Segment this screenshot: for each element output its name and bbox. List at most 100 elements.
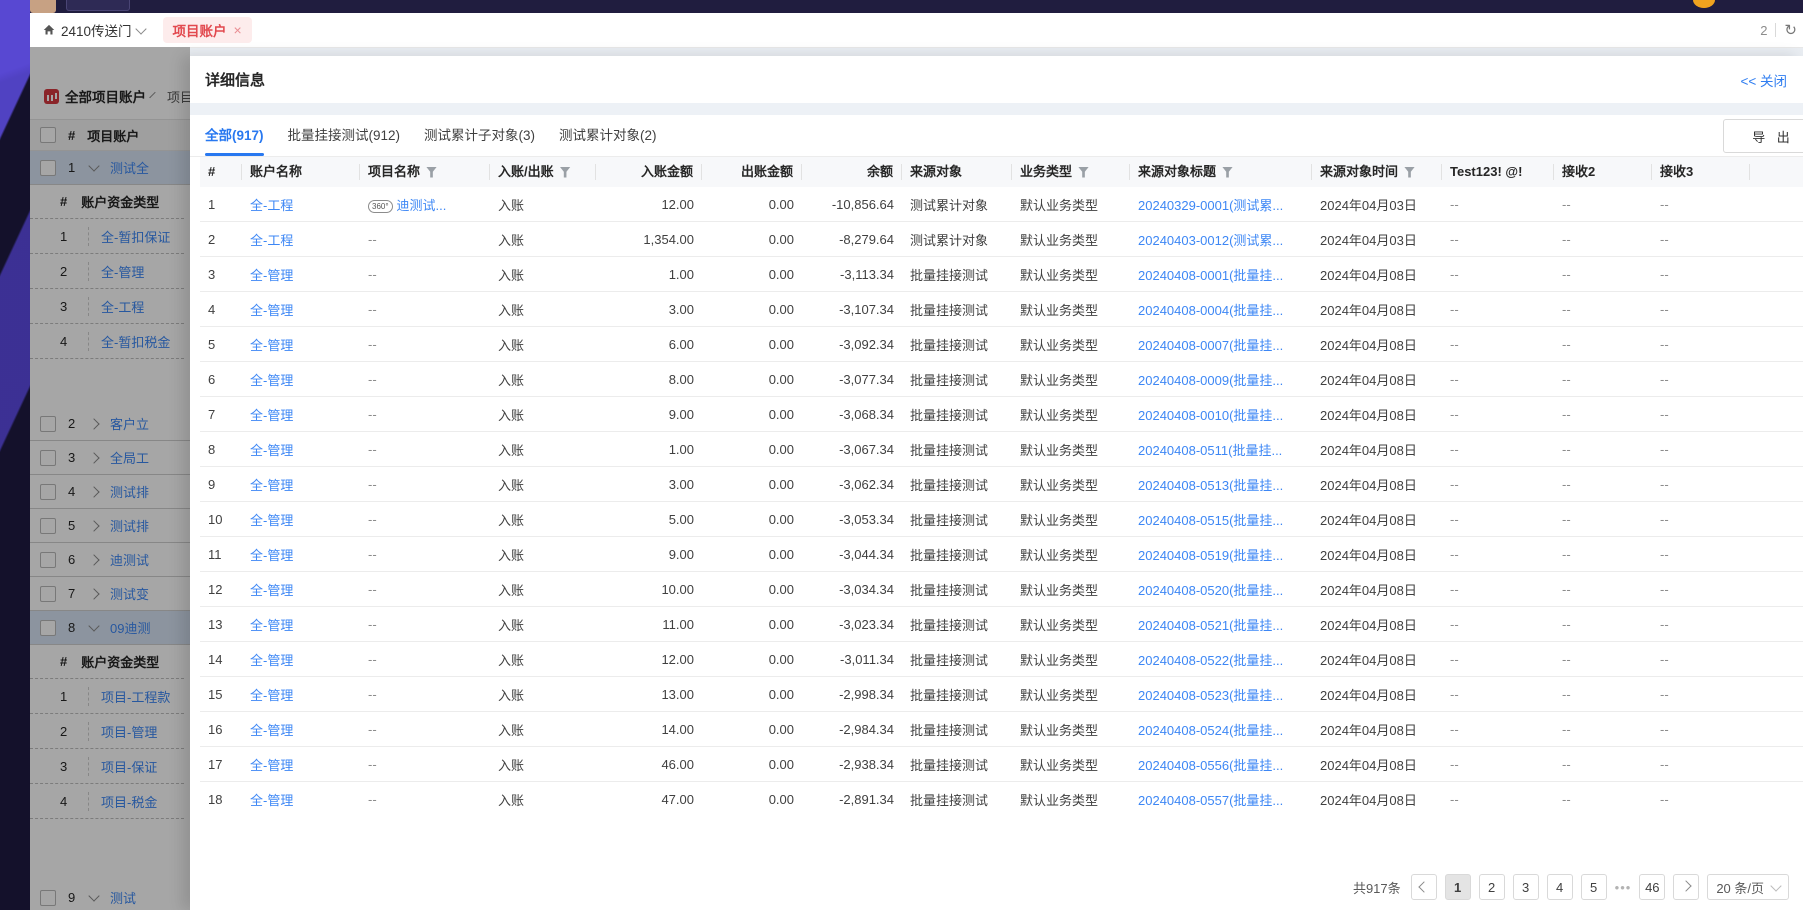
fund-type-link[interactable]: 项目-保证 xyxy=(88,757,157,776)
table-row[interactable]: 14全-管理--入账12.000.00-3,011.34批量挂接测试默认业务类型… xyxy=(200,642,1803,677)
next-page-button[interactable] xyxy=(1673,874,1699,900)
chevron-down-icon[interactable] xyxy=(88,620,99,631)
table-row[interactable]: 5全-管理--入账6.000.00-3,092.34批量挂接测试默认业务类型20… xyxy=(200,327,1803,362)
account-link[interactable]: 全-管理 xyxy=(250,408,293,423)
account-link[interactable]: 全-管理 xyxy=(250,513,293,528)
account-name-link[interactable]: 迪测试 xyxy=(110,550,149,569)
table-row[interactable]: 2全-工程--入账1,354.000.00-8,279.64测试累计对象默认业务… xyxy=(200,222,1803,257)
table-row[interactable]: 18全-管理--入账47.000.00-2,891.34批量挂接测试默认业务类型… xyxy=(200,782,1803,814)
source-title-link[interactable]: 20240408-0556(批量挂... xyxy=(1138,758,1283,773)
table-row[interactable]: 16全-管理--入账14.000.00-2,984.34批量挂接测试默认业务类型… xyxy=(200,712,1803,747)
sidebar-account-row[interactable]: 4测试排 xyxy=(30,475,190,509)
source-title-link[interactable]: 20240408-0010(批量挂... xyxy=(1138,408,1283,423)
sidebar-fund-type-row[interactable]: 2全-管理 xyxy=(30,254,184,289)
fund-type-link[interactable]: 项目-管理 xyxy=(88,722,157,741)
page-button-46[interactable]: 46 xyxy=(1639,874,1665,900)
chevron-down-icon[interactable] xyxy=(88,890,99,901)
prev-page-button[interactable] xyxy=(1411,874,1437,900)
row-checkbox[interactable] xyxy=(40,620,56,636)
source-title-link[interactable]: 20240329-0001(测试累... xyxy=(1138,198,1283,213)
account-link[interactable]: 全-管理 xyxy=(250,268,293,283)
source-title-link[interactable]: 20240408-0520(批量挂... xyxy=(1138,583,1283,598)
panel-tab-2[interactable]: 测试累计子对象(3) xyxy=(424,115,535,156)
chevron-down-icon[interactable] xyxy=(149,91,155,97)
source-title-link[interactable]: 20240408-0524(批量挂... xyxy=(1138,723,1283,738)
row-checkbox[interactable] xyxy=(40,416,56,432)
sidebar-title[interactable]: 全部项目账户 xyxy=(65,86,146,106)
row-checkbox[interactable] xyxy=(40,450,56,466)
account-name-link[interactable]: 全局工 xyxy=(110,448,149,467)
account-link[interactable]: 全-工程 xyxy=(250,233,293,248)
account-link[interactable]: 全-管理 xyxy=(250,478,293,493)
fund-type-link[interactable]: 项目-税金 xyxy=(88,792,157,811)
chevron-right-icon[interactable] xyxy=(88,588,99,599)
fund-type-link[interactable]: 全-管理 xyxy=(88,262,144,281)
tab-project-accounts[interactable]: 项目账户 × xyxy=(163,17,252,43)
page-button-2[interactable]: 2 xyxy=(1479,874,1505,900)
close-panel-link[interactable]: << 关闭 xyxy=(1740,70,1787,90)
account-name-link[interactable]: 测试全 xyxy=(110,158,149,177)
panel-tab-0[interactable]: 全部(917) xyxy=(205,115,264,156)
source-title-link[interactable]: 20240408-0519(批量挂... xyxy=(1138,548,1283,563)
account-link[interactable]: 全-管理 xyxy=(250,723,293,738)
fund-type-link[interactable]: 全-暂扣保证 xyxy=(88,227,170,246)
account-link[interactable]: 全-管理 xyxy=(250,338,293,353)
pagination-ellipsis-icon[interactable]: ••• xyxy=(1615,880,1632,895)
sidebar-account-row[interactable]: 6迪测试 xyxy=(30,543,190,577)
chevron-right-icon[interactable] xyxy=(88,452,99,463)
source-title-link[interactable]: 20240408-0001(批量挂... xyxy=(1138,268,1283,283)
account-link[interactable]: 全-管理 xyxy=(250,793,293,808)
row-checkbox[interactable] xyxy=(40,586,56,602)
page-button-4[interactable]: 4 xyxy=(1547,874,1573,900)
table-row[interactable]: 8全-管理--入账1.000.00-3,067.34批量挂接测试默认业务类型20… xyxy=(200,432,1803,467)
sidebar-fund-type-row[interactable]: 3项目-保证 xyxy=(30,749,184,784)
filter-icon[interactable] xyxy=(560,167,571,178)
refresh-icon[interactable]: ↻ xyxy=(1784,21,1797,39)
account-link[interactable]: 全-管理 xyxy=(250,618,293,633)
sidebar-account-row[interactable]: 3全局工 xyxy=(30,441,190,475)
sidebar-fund-type-row[interactable]: 1项目-工程款 xyxy=(30,679,184,714)
table-row[interactable]: 4全-管理--入账3.000.00-3,107.34批量挂接测试默认业务类型20… xyxy=(200,292,1803,327)
source-title-link[interactable]: 20240408-0513(批量挂... xyxy=(1138,478,1283,493)
table-row[interactable]: 12全-管理--入账10.000.00-3,034.34批量挂接测试默认业务类型… xyxy=(200,572,1803,607)
filter-icon[interactable] xyxy=(1078,167,1089,178)
account-link[interactable]: 全-管理 xyxy=(250,373,293,388)
table-row[interactable]: 1全-工程360°迪测试...入账12.000.00-10,856.64测试累计… xyxy=(200,187,1803,222)
table-row[interactable]: 6全-管理--入账8.000.00-3,077.34批量挂接测试默认业务类型20… xyxy=(200,362,1803,397)
chevron-down-icon[interactable] xyxy=(88,160,99,171)
project-link[interactable]: 迪测试... xyxy=(397,198,447,213)
row-checkbox[interactable] xyxy=(40,890,56,906)
sidebar-fund-type-row[interactable]: 1全-暂扣保证 xyxy=(30,219,184,254)
source-title-link[interactable]: 20240408-0523(批量挂... xyxy=(1138,688,1283,703)
source-title-link[interactable]: 20240408-0009(批量挂... xyxy=(1138,373,1283,388)
sidebar-fund-type-row[interactable]: 3全-工程 xyxy=(30,289,184,324)
row-checkbox[interactable] xyxy=(40,518,56,534)
source-title-link[interactable]: 20240408-0004(批量挂... xyxy=(1138,303,1283,318)
sidebar-account-row[interactable]: 2客户立 xyxy=(30,407,190,441)
fund-type-link[interactable]: 全-工程 xyxy=(88,297,144,316)
chevron-right-icon[interactable] xyxy=(88,418,99,429)
account-link[interactable]: 全-工程 xyxy=(250,198,293,213)
account-name-link[interactable]: 客户立 xyxy=(110,414,149,433)
table-row[interactable]: 13全-管理--入账11.000.00-3,023.34批量挂接测试默认业务类型… xyxy=(200,607,1803,642)
fund-type-link[interactable]: 项目-工程款 xyxy=(88,687,170,706)
source-title-link[interactable]: 20240408-0521(批量挂... xyxy=(1138,618,1283,633)
filter-icon[interactable] xyxy=(1222,167,1233,178)
account-link[interactable]: 全-管理 xyxy=(250,303,293,318)
account-link[interactable]: 全-管理 xyxy=(250,443,293,458)
table-row[interactable]: 9全-管理--入账3.000.00-3,062.34批量挂接测试默认业务类型20… xyxy=(200,467,1803,502)
source-title-link[interactable]: 20240408-0511(批量挂... xyxy=(1138,443,1282,458)
account-name-link[interactable]: 测试变 xyxy=(110,584,149,603)
table-row[interactable]: 15全-管理--入账13.000.00-2,998.34批量挂接测试默认业务类型… xyxy=(200,677,1803,712)
account-name-link[interactable]: 09迪测 xyxy=(110,618,150,637)
account-link[interactable]: 全-管理 xyxy=(250,688,293,703)
select-all-checkbox[interactable] xyxy=(40,127,56,143)
account-name-link[interactable]: 测试排 xyxy=(110,482,149,501)
panel-tab-1[interactable]: 批量挂接测试(912) xyxy=(288,115,401,156)
row-checkbox[interactable] xyxy=(40,484,56,500)
source-title-link[interactable]: 20240408-0557(批量挂... xyxy=(1138,793,1283,808)
chevron-right-icon[interactable] xyxy=(88,520,99,531)
account-name-link[interactable]: 测试 xyxy=(110,888,136,907)
sidebar-account-row[interactable]: 7测试变 xyxy=(30,577,190,611)
filter-icon[interactable] xyxy=(1404,167,1415,178)
